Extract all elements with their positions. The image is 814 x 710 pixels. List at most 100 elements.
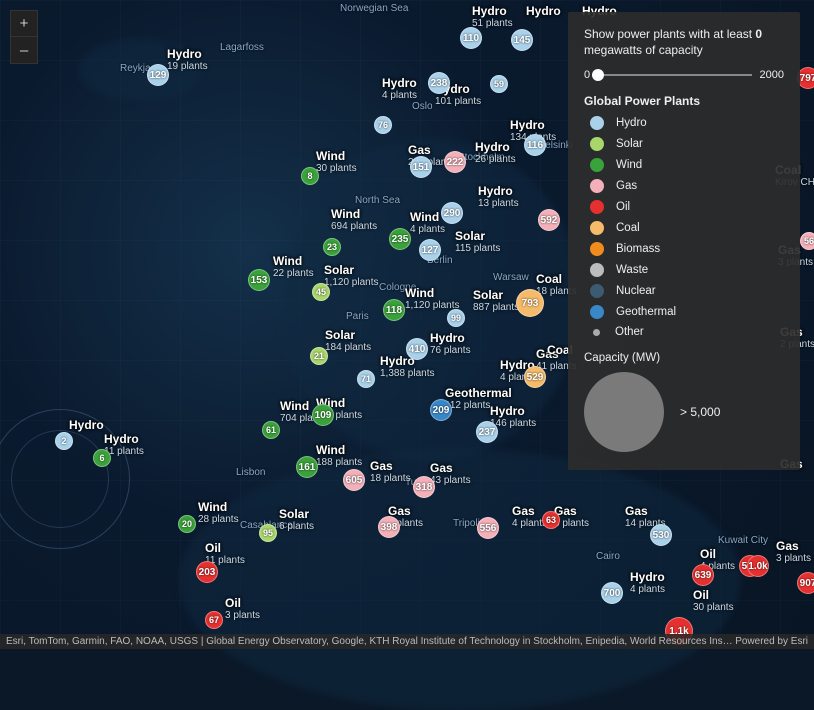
plant-marker[interactable]: 318: [413, 476, 435, 498]
plant-marker[interactable]: 110: [460, 27, 482, 49]
plant-marker[interactable]: 2: [55, 432, 73, 450]
plant-marker[interactable]: 398: [378, 516, 400, 538]
legend-item-hydro[interactable]: Hydro: [590, 116, 784, 130]
cluster-label[interactable]: Hydro4 plants: [382, 76, 417, 101]
plant-marker[interactable]: 20: [178, 515, 196, 533]
cluster-label[interactable]: Wind1,120 plants: [405, 286, 460, 311]
legend-item-waste[interactable]: Waste: [590, 263, 784, 277]
plant-marker[interactable]: 99: [447, 309, 465, 327]
cluster-label[interactable]: Wind30 plants: [316, 149, 357, 174]
plant-marker[interactable]: 410: [406, 338, 428, 360]
plant-marker[interactable]: 6: [93, 449, 111, 467]
cluster-type: Wind: [410, 210, 445, 224]
slider-thumb[interactable]: [592, 69, 604, 81]
legend-item-gas[interactable]: Gas: [590, 179, 784, 193]
plant-marker[interactable]: 209: [430, 399, 452, 421]
cluster-label[interactable]: Hydro: [69, 418, 104, 432]
plant-marker[interactable]: 556: [477, 517, 499, 539]
cluster-label[interactable]: Solar115 plants: [455, 229, 500, 254]
cluster-type: Wind: [331, 207, 377, 221]
plant-marker[interactable]: 151: [410, 156, 432, 178]
cluster-type: Hydro: [630, 570, 665, 584]
plant-marker[interactable]: 127: [419, 239, 441, 261]
plant-marker[interactable]: 21: [310, 347, 328, 365]
legend-item-coal[interactable]: Coal: [590, 221, 784, 235]
plant-marker[interactable]: 203: [196, 561, 218, 583]
plant-marker[interactable]: 290: [441, 202, 463, 224]
capacity-slider[interactable]: [598, 68, 751, 82]
zoom-out-button[interactable]: –: [11, 37, 37, 63]
cluster-type: Wind: [316, 149, 357, 163]
cluster-label[interactable]: Solar184 plants: [325, 328, 371, 353]
plant-marker[interactable]: 23: [323, 238, 341, 256]
plant-marker[interactable]: 529: [524, 366, 546, 388]
plant-marker[interactable]: 61: [262, 421, 280, 439]
plant-marker[interactable]: 1.0k: [747, 555, 769, 577]
cluster-label[interactable]: Wind694 plants: [331, 207, 377, 232]
plant-marker[interactable]: 45: [312, 283, 330, 301]
cluster-label[interactable]: Gas43 plants: [430, 461, 471, 486]
legend-item-biomass[interactable]: Biomass: [590, 242, 784, 256]
cluster-label[interactable]: Hydro13 plants: [478, 184, 519, 209]
plant-marker[interactable]: 793: [516, 289, 544, 317]
plant-marker[interactable]: 161: [296, 456, 318, 478]
plant-marker[interactable]: 605: [343, 469, 365, 491]
plant-marker[interactable]: 222: [444, 151, 466, 173]
plant-marker[interactable]: 237: [476, 421, 498, 443]
cluster-label[interactable]: Geothermal112 plants: [445, 386, 512, 411]
zoom-in-button[interactable]: +: [11, 11, 37, 37]
cluster-label[interactable]: Gas18 plants: [370, 459, 411, 484]
cluster-label[interactable]: Wind28 plants: [198, 500, 239, 525]
plant-marker[interactable]: 116: [524, 134, 546, 156]
plant-marker[interactable]: 59: [490, 75, 508, 93]
cluster-label[interactable]: Hydro51 plants: [472, 4, 513, 29]
cluster-type: Gas: [370, 459, 411, 473]
legend-item-geothermal[interactable]: Geothermal: [590, 305, 784, 319]
cluster-label[interactable]: Hydro19 plants: [167, 47, 208, 72]
plant-marker[interactable]: 700: [601, 582, 623, 604]
cluster-label[interactable]: Gas3 plants: [776, 539, 811, 564]
cluster-label[interactable]: Wind188 plants: [316, 443, 362, 468]
plant-marker[interactable]: 129: [147, 64, 169, 86]
plant-marker[interactable]: 592: [538, 209, 560, 231]
legend-item-nuclear[interactable]: Nuclear: [590, 284, 784, 298]
plant-marker[interactable]: 109: [312, 404, 334, 426]
plant-marker[interactable]: 95: [259, 524, 277, 542]
legend-label: Hydro: [616, 117, 647, 129]
cluster-label[interactable]: Solar1,120 plants: [324, 263, 379, 288]
plant-marker[interactable]: 235: [389, 228, 411, 250]
cluster-type: Hydro: [472, 4, 513, 18]
legend-item-solar[interactable]: Solar: [590, 137, 784, 151]
plant-marker[interactable]: 71: [357, 370, 375, 388]
legend-item-other[interactable]: Other: [590, 326, 784, 338]
plant-marker[interactable]: 67: [205, 611, 223, 629]
legend-item-wind[interactable]: Wind: [590, 158, 784, 172]
cluster-label[interactable]: Wind4 plants: [410, 210, 445, 235]
cluster-count: 184 plants: [325, 342, 371, 353]
plant-marker[interactable]: 56: [800, 232, 814, 250]
plant-marker[interactable]: 639: [692, 564, 714, 586]
plant-marker[interactable]: 145: [511, 29, 533, 51]
plant-marker[interactable]: 8: [301, 167, 319, 185]
cluster-label[interactable]: Solar6 plants: [279, 507, 314, 532]
plant-marker[interactable]: 63: [542, 511, 560, 529]
cluster-label[interactable]: Wind22 plants: [273, 254, 314, 279]
plant-marker[interactable]: 907: [797, 572, 814, 594]
attribution-powered-by[interactable]: Powered by Esri: [735, 636, 808, 647]
plant-marker[interactable]: 238: [428, 72, 450, 94]
cluster-label[interactable]: Hydro26 plants: [475, 140, 516, 165]
cluster-label[interactable]: Hydro: [526, 4, 561, 18]
cluster-label[interactable]: Hydro4 plants: [630, 570, 665, 595]
plant-marker[interactable]: 118: [383, 299, 405, 321]
cluster-count: 188 plants: [316, 457, 362, 468]
plant-marker[interactable]: 530: [650, 524, 672, 546]
plant-marker[interactable]: 153: [248, 269, 270, 291]
cluster-label[interactable]: Hydro1,388 plants: [380, 354, 435, 379]
legend-item-oil[interactable]: Oil: [590, 200, 784, 214]
cluster-label[interactable]: Solar887 plants: [473, 288, 519, 313]
cluster-label[interactable]: Oil30 plants: [693, 588, 734, 613]
cluster-label[interactable]: Oil3 plants: [225, 596, 260, 621]
place-label: Cairo: [596, 551, 620, 562]
plant-marker[interactable]: 76: [374, 116, 392, 134]
cluster-label[interactable]: Hydro76 plants: [430, 331, 471, 356]
